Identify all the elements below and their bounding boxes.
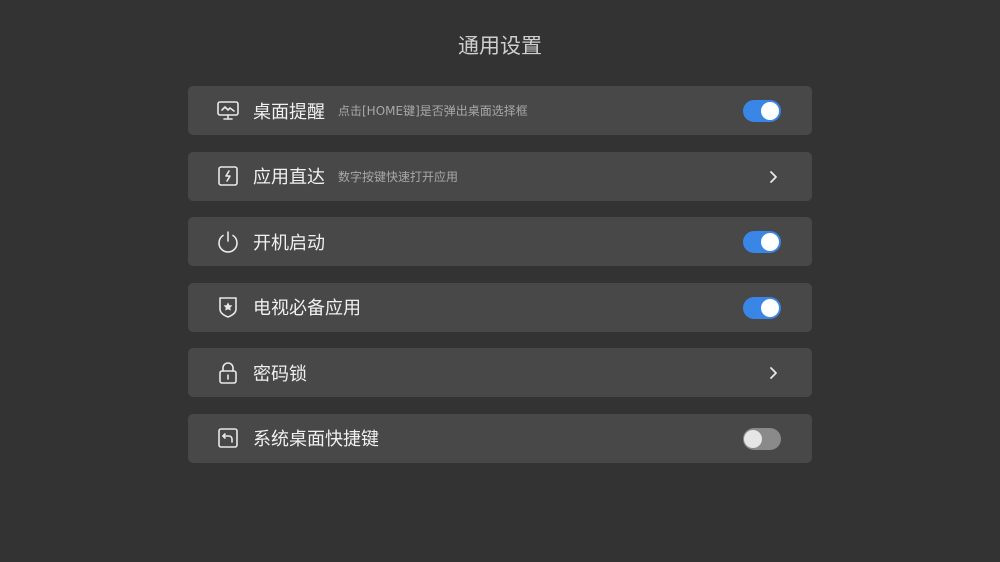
toggle-knob xyxy=(761,102,779,120)
page-title: 通用设置 xyxy=(458,34,542,58)
settings-page: 通用设置 桌面提醒 点击[HOME键]是否弹出桌面选择框 应用直达 数字按键快速… xyxy=(0,0,1000,562)
setting-label: 开机启动 xyxy=(253,232,325,254)
setting-row-app-direct[interactable]: 应用直达 数字按键快速打开应用 xyxy=(188,151,812,201)
setting-row-desktop-reminder[interactable]: 桌面提醒 点击[HOME键]是否弹出桌面选择框 xyxy=(188,86,812,135)
toggle-knob xyxy=(761,298,779,317)
boot-start-toggle[interactable] xyxy=(743,231,781,253)
power-icon xyxy=(216,230,240,254)
return-icon xyxy=(216,426,240,450)
setting-label: 电视必备应用 xyxy=(253,298,361,319)
setting-label: 桌面提醒 xyxy=(253,101,325,123)
lightning-icon xyxy=(216,164,240,188)
setting-subtitle: 点击[HOME键]是否弹出桌面选择框 xyxy=(338,104,528,118)
tv-essential-apps-toggle[interactable] xyxy=(743,296,781,319)
settings-list: 桌面提醒 点击[HOME键]是否弹出桌面选择框 应用直达 数字按键快速打开应用 xyxy=(188,86,812,479)
setting-row-password-lock[interactable]: 密码锁 xyxy=(188,348,812,397)
setting-subtitle: 数字按键快速打开应用 xyxy=(338,169,459,184)
toggle-knob xyxy=(761,233,779,251)
system-desktop-shortcut-toggle[interactable] xyxy=(743,427,781,450)
toggle-knob xyxy=(744,429,762,448)
lock-icon xyxy=(216,361,240,385)
chevron-right-icon xyxy=(767,168,779,186)
chevron-right-icon xyxy=(767,364,779,382)
shield-star-icon xyxy=(216,295,240,319)
monitor-icon xyxy=(216,99,240,123)
setting-row-system-desktop-shortcut[interactable]: 系统桌面快捷键 xyxy=(188,413,812,463)
setting-label: 密码锁 xyxy=(253,363,307,385)
setting-row-tv-essential-apps[interactable]: 电视必备应用 xyxy=(188,282,812,332)
setting-label: 应用直达 xyxy=(253,167,325,188)
desktop-reminder-toggle[interactable] xyxy=(743,100,781,122)
setting-label: 系统桌面快捷键 xyxy=(253,429,379,450)
setting-row-boot-start[interactable]: 开机启动 xyxy=(188,217,812,266)
